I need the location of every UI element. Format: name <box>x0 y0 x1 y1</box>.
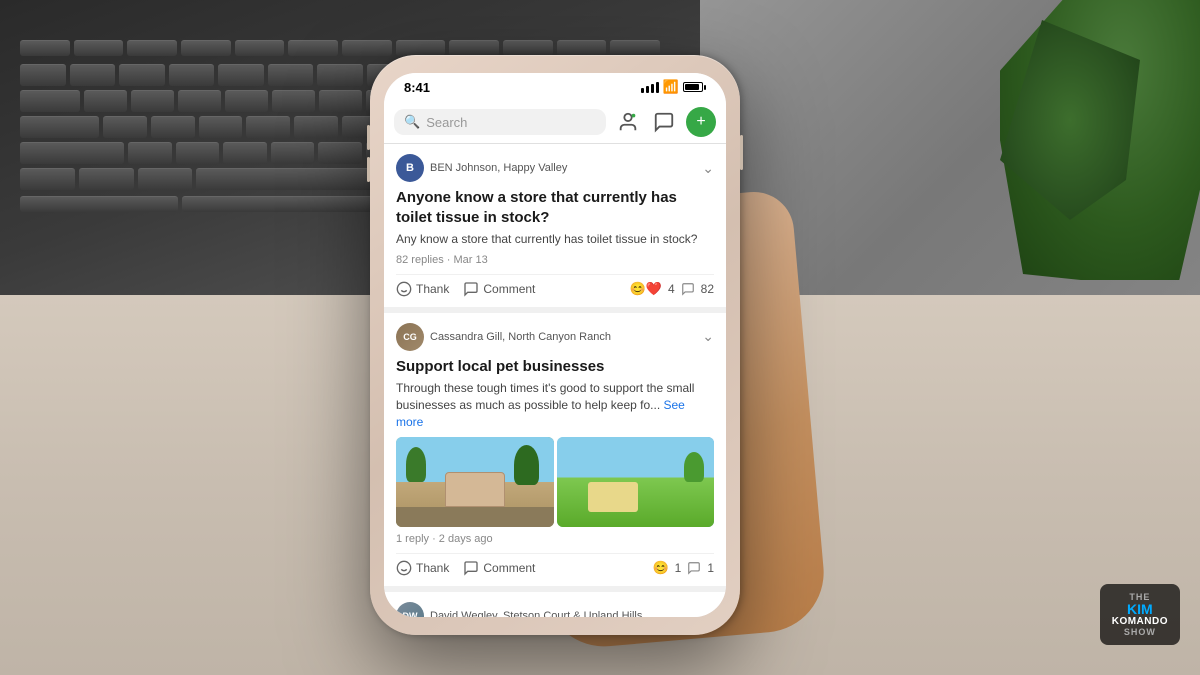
post-2-actions: Thank Comment 😊 1 <box>396 553 714 576</box>
post-1-reaction-count: 4 <box>668 282 675 296</box>
search-icon: 🔍 <box>404 114 420 130</box>
post-1-avatar: B <box>396 154 424 182</box>
post-1-chevron[interactable]: ⌄ <box>702 160 714 177</box>
post-1-author-name: BEN Johnson, Happy Valley <box>430 162 567 174</box>
post-1-header: B BEN Johnson, Happy Valley ⌄ <box>396 154 714 182</box>
notifications-icon[interactable] <box>614 108 642 136</box>
post-2-reaction-count: 1 <box>675 561 682 575</box>
post-1-comment-count: 82 <box>701 282 714 296</box>
post-2-author-name: Cassandra Gill, North Canyon Ranch <box>430 331 611 343</box>
post-3-chevron[interactable]: ⌄ <box>702 607 714 617</box>
feed: B BEN Johnson, Happy Valley ⌄ Anyone kno… <box>384 144 726 617</box>
post-3-author-name: David Wegley, Stetson Court & Upland Hil… <box>430 610 642 617</box>
post-2-comment-icon <box>687 561 701 575</box>
plant <box>1000 0 1200 280</box>
post-2-emoji: 😊 <box>652 560 668 576</box>
post-1-title: Anyone know a store that currently has t… <box>396 188 714 227</box>
phone-screen: 8:41 📶 <box>384 73 726 617</box>
logo-komando: KOMANDO <box>1112 616 1168 627</box>
post-2-avatar: CG <box>396 323 424 351</box>
post-1-avatar-initials: B <box>406 162 414 174</box>
post-1-actions: Thank Comment 😊❤️ 4 <box>396 274 714 297</box>
status-icons: 📶 <box>641 79 706 95</box>
post-2-thank-button[interactable]: Thank <box>396 560 449 576</box>
post-2-meta: 1 reply · 2 days ago <box>396 533 714 545</box>
post-card-2: CG Cassandra Gill, North Canyon Ranch ⌄ … <box>384 313 726 586</box>
logo: THE KIM KOMANDO SHOW <box>1100 584 1180 645</box>
post-card-1: B BEN Johnson, Happy Valley ⌄ Anyone kno… <box>384 144 726 307</box>
search-bar[interactable]: 🔍 Search + <box>384 101 726 144</box>
search-input[interactable]: 🔍 Search <box>394 109 606 135</box>
phone-frame: 8:41 📶 <box>370 55 740 635</box>
post-2-images <box>396 437 714 527</box>
post-3-author-info: DW David Wegley, Stetson Court & Upland … <box>396 602 642 617</box>
post-1-comment-icon <box>681 282 695 296</box>
post-2-body: Through these tough times it's good to s… <box>396 380 714 430</box>
status-time: 8:41 <box>404 80 430 95</box>
post-1-comment-label: Comment <box>483 282 535 296</box>
compose-button[interactable]: + <box>686 107 716 137</box>
status-bar: 8:41 📶 <box>384 73 726 101</box>
logo-show: SHOW <box>1124 627 1156 637</box>
post-3-avatar: DW <box>396 602 424 617</box>
post-1-comment-button[interactable]: Comment <box>463 281 535 297</box>
post-1-reactions: 😊❤️ 4 82 <box>630 281 714 297</box>
wifi-icon: 📶 <box>663 79 679 95</box>
battery-icon <box>683 82 706 92</box>
post-1-author-info: B BEN Johnson, Happy Valley <box>396 154 567 182</box>
post-card-3: DW David Wegley, Stetson Court & Upland … <box>384 592 726 617</box>
messages-icon[interactable] <box>650 108 678 136</box>
post-2-chevron[interactable]: ⌄ <box>702 328 714 345</box>
post-1-meta: 82 replies · Mar 13 <box>396 254 714 266</box>
post-2-reactions: 😊 1 1 <box>652 560 714 576</box>
post-2-thank-label: Thank <box>416 561 449 575</box>
post-1-thank-label: Thank <box>416 282 449 296</box>
post-2-comment-count: 1 <box>707 561 714 575</box>
logo-kim: KIM <box>1127 602 1153 616</box>
search-placeholder: Search <box>426 115 467 130</box>
post-2-author-info: CG Cassandra Gill, North Canyon Ranch <box>396 323 611 351</box>
post-2-image-1 <box>396 437 554 527</box>
signal-icon <box>641 82 659 93</box>
post-1-body: Any know a store that currently has toil… <box>396 231 714 248</box>
post-2-comment-label: Comment <box>483 561 535 575</box>
post-2-header: CG Cassandra Gill, North Canyon Ranch ⌄ <box>396 323 714 351</box>
post-2-title: Support local pet businesses <box>396 357 714 377</box>
post-2-image-2 <box>557 437 715 527</box>
post-2-comment-button[interactable]: Comment <box>463 560 535 576</box>
post-1-thank-button[interactable]: Thank <box>396 281 449 297</box>
post-1-emoji: 😊❤️ <box>630 281 662 297</box>
post-3-header: DW David Wegley, Stetson Court & Upland … <box>396 602 714 617</box>
